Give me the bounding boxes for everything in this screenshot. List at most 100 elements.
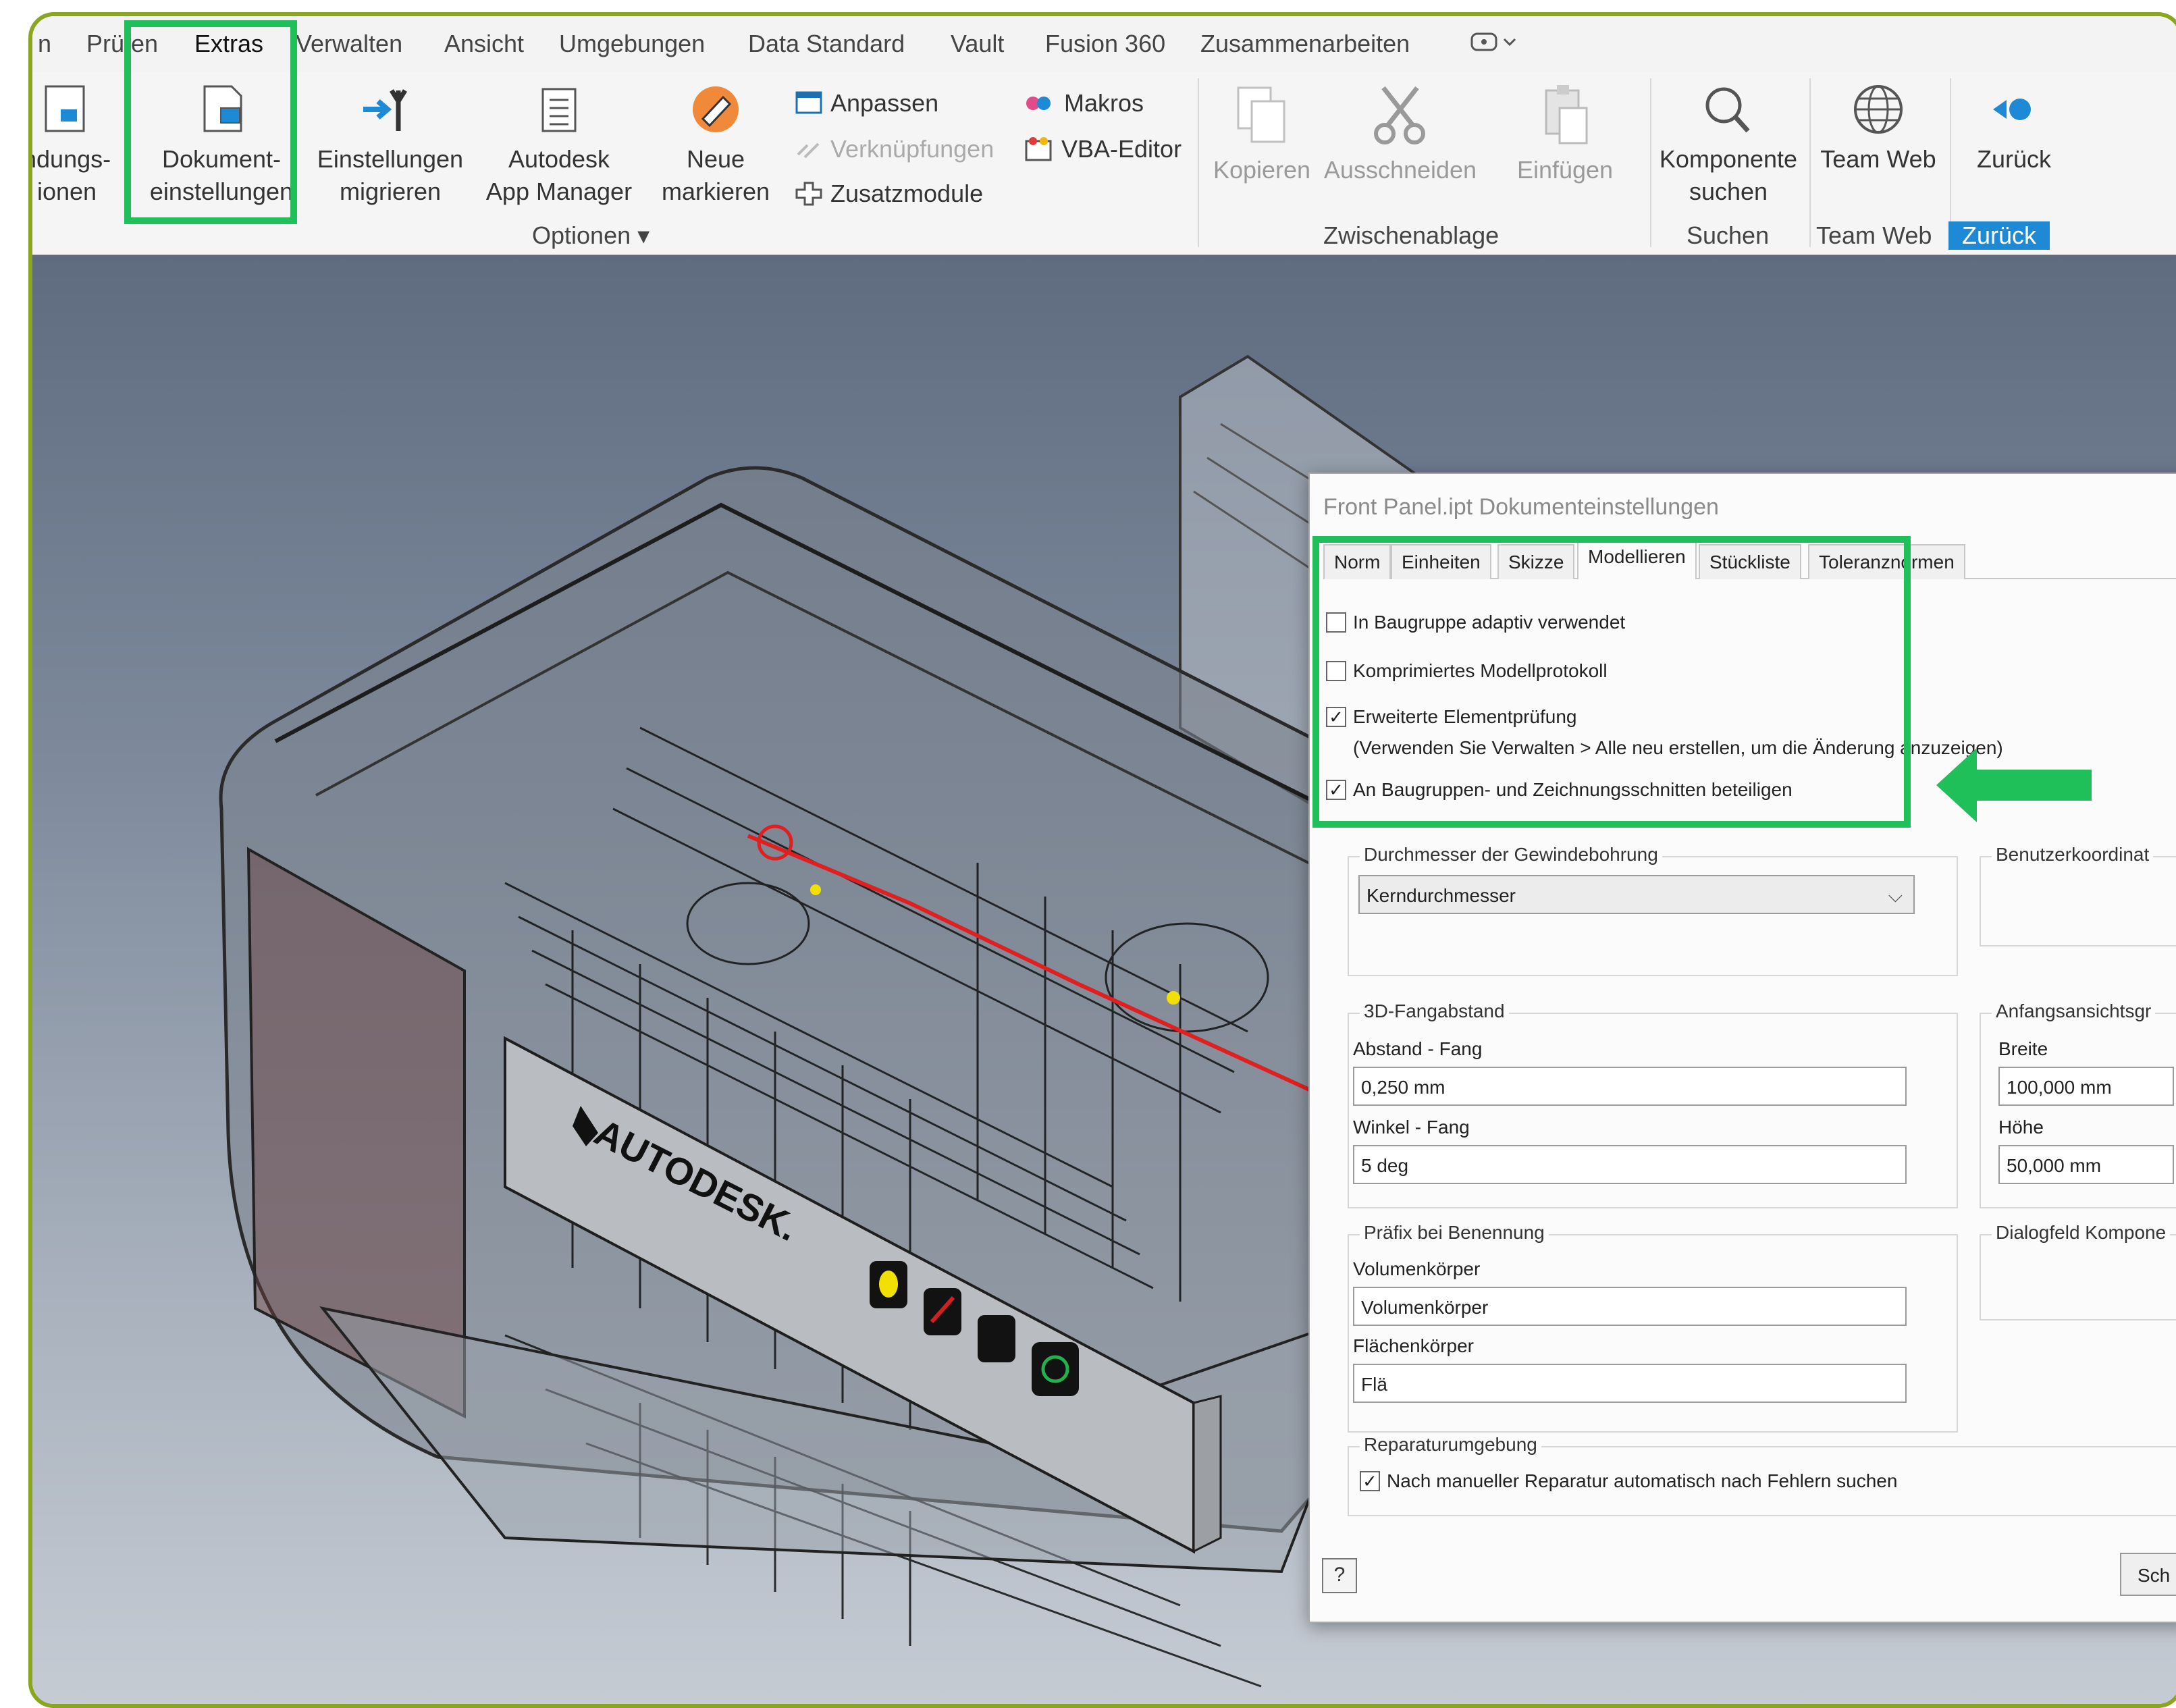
- hoehe-label: Höhe: [1998, 1117, 2044, 1138]
- scissors-icon: [1374, 86, 1425, 144]
- reparatur-legend: Reparaturumgebung: [1360, 1434, 1541, 1456]
- app-manager-label-2: App Manager: [485, 178, 633, 205]
- dialog-title: Front Panel.ipt Dokumenteinstellungen: [1323, 494, 1719, 520]
- anpassen-button[interactable]: Anpassen: [795, 89, 938, 117]
- dialog-tab-strip: Norm Einheiten Skizze Modellieren Stückl…: [1323, 539, 2176, 579]
- tab-ansicht[interactable]: Ansicht: [444, 30, 524, 58]
- flaechenkoerper-input[interactable]: Flä: [1353, 1364, 1907, 1403]
- team-web-label: Team Web: [1820, 145, 1936, 173]
- gewinde-group: Durchmesser der Gewindebohrung Kerndurch…: [1348, 844, 1958, 976]
- tab-vault[interactable]: Vault: [951, 30, 1004, 58]
- komponente-suchen-label-2: suchen: [1689, 178, 1768, 205]
- neue-markieren-button[interactable]: Neue markieren: [648, 82, 783, 208]
- gewinde-select-value: Kerndurchmesser: [1366, 885, 1516, 906]
- zurueck-button[interactable]: Zurück: [1957, 82, 2071, 176]
- checkmark-icon[interactable]: ✓: [1326, 707, 1346, 727]
- dokumenteinstellungen-button[interactable]: Dokument- einstellungen: [134, 82, 309, 208]
- checkbox-box[interactable]: [1326, 612, 1346, 633]
- checkbox-erweitert-label: Erweiterte Elementprüfung: [1353, 706, 1577, 727]
- document-settings-icon: [203, 85, 242, 132]
- team-web-button[interactable]: Team Web: [1812, 82, 1944, 176]
- einstellungen-migrieren-button[interactable]: Einstellungen migrieren: [309, 82, 471, 208]
- checkbox-reparatur[interactable]: ✓ Nach manueller Reparatur automatisch n…: [1360, 1470, 1897, 1492]
- group-label-suchen: Suchen: [1687, 221, 1770, 249]
- chevron-down-icon: ⌵: [1888, 885, 1903, 906]
- kopieren-button[interactable]: Kopieren: [1204, 82, 1319, 186]
- volumenkoerper-label: Volumenkörper: [1353, 1258, 1481, 1279]
- links-icon: [797, 142, 820, 159]
- benutzerkoordinaten-legend: Benutzerkoordinat: [1992, 844, 2154, 865]
- app-manager-label-1: Autodesk: [508, 145, 610, 173]
- gewinde-select[interactable]: Kerndurchmesser ⌵: [1358, 875, 1915, 914]
- dialog-tab-modellieren[interactable]: Modellieren: [1577, 539, 1697, 579]
- help-icon[interactable]: ?: [1322, 1558, 1357, 1593]
- tab-umgebungen[interactable]: Umgebungen: [559, 30, 705, 58]
- dialog-tab-stueckliste[interactable]: Stückliste: [1699, 544, 1801, 579]
- erweitert-hint: (Verwenden Sie Verwalten > Alle neu erst…: [1353, 737, 2003, 758]
- checkbox-baugruppen[interactable]: ✓ An Baugruppen- und Zeichnungsschnitten…: [1326, 779, 1793, 801]
- dialog-tab-einheiten[interactable]: Einheiten: [1391, 544, 1491, 579]
- einfuegen-label: Einfügen: [1516, 156, 1614, 184]
- globe-icon: [1854, 85, 1903, 134]
- search-icon: [1705, 87, 1750, 133]
- einfuegen-button[interactable]: Einfügen: [1504, 82, 1626, 186]
- volumenkoerper-input[interactable]: Volumenkörper: [1353, 1287, 1907, 1326]
- verknuepfungen-button[interactable]: Verknüpfungen: [795, 135, 994, 163]
- checkbox-adaptiv-label: In Baugruppe adaptiv verwendet: [1353, 612, 1626, 633]
- komponente-suchen-label-1: Komponente: [1659, 145, 1798, 173]
- checkbox-reparatur-label: Nach manueller Reparatur automatisch nac…: [1387, 1470, 1898, 1491]
- quick-access-dropdown-icon[interactable]: [1470, 30, 1518, 60]
- checkbox-komprimiert[interactable]: Komprimiertes Modellprotokoll: [1326, 660, 1608, 682]
- highlight-new-icon: [693, 86, 739, 132]
- vba-editor-button[interactable]: VBA-Editor: [1024, 135, 1182, 163]
- application-options-icon: [45, 85, 85, 132]
- dialog-tab-toleranznormen[interactable]: Toleranznormen: [1808, 544, 1965, 579]
- tab-zusammenarbeiten[interactable]: Zusammenarbeiten: [1200, 30, 1410, 58]
- ribbon-separator: [1809, 78, 1811, 247]
- tab-partial[interactable]: n: [38, 30, 51, 58]
- gewinde-legend: Durchmesser der Gewindebohrung: [1360, 844, 1662, 865]
- vba-editor-icon: [1025, 137, 1052, 161]
- zusatzmodule-label: Zusatzmodule: [830, 180, 984, 207]
- checkbox-box[interactable]: [1326, 661, 1346, 681]
- optionen-group-text: Optionen: [532, 221, 631, 249]
- checkbox-adaptiv[interactable]: In Baugruppe adaptiv verwendet: [1326, 612, 1625, 633]
- anwendungsoptionen-label-1: ndungs-: [28, 145, 111, 173]
- ausschneiden-button[interactable]: Ausschneiden: [1319, 82, 1481, 186]
- makros-button[interactable]: Makros: [1024, 89, 1144, 117]
- dialogfeld-group: Dialogfeld Kompone: [1980, 1222, 2176, 1320]
- tab-extras[interactable]: Extras: [194, 30, 263, 58]
- breite-label: Breite: [1998, 1038, 2048, 1059]
- einstellungen-migrieren-label-1: Einstellungen: [317, 145, 464, 173]
- group-label-optionen[interactable]: Optionen ▾: [532, 221, 649, 250]
- abstand-fang-input[interactable]: 0,250 mm: [1353, 1067, 1907, 1106]
- tab-pruefen[interactable]: Prüfen: [86, 30, 158, 58]
- document-settings-dialog: Front Panel.ipt Dokumenteinstellungen No…: [1308, 473, 2176, 1623]
- addins-icon: [795, 182, 822, 206]
- back-arrow-icon: [1993, 99, 2031, 120]
- app-manager-button[interactable]: Autodesk App Manager: [471, 82, 647, 208]
- copy-icon: [1237, 86, 1285, 143]
- praefix-legend: Präfix bei Benennung: [1360, 1222, 1549, 1244]
- breite-input[interactable]: 100,000 mm: [1998, 1067, 2174, 1106]
- customize-icon: [795, 91, 822, 114]
- tab-verwalten[interactable]: Verwalten: [296, 30, 402, 58]
- checkbox-baugruppen-label: An Baugruppen- und Zeichnungsschnitten b…: [1353, 779, 1793, 800]
- hoehe-input[interactable]: 50,000 mm: [1998, 1145, 2174, 1184]
- zusatzmodule-button[interactable]: Zusatzmodule: [795, 180, 983, 208]
- komponente-suchen-button[interactable]: Komponente suchen: [1651, 82, 1805, 208]
- tab-data-standard[interactable]: Data Standard: [748, 30, 905, 58]
- checkmark-icon[interactable]: ✓: [1326, 780, 1346, 800]
- close-button[interactable]: Sch: [2120, 1553, 2176, 1596]
- checkmark-icon[interactable]: ✓: [1360, 1471, 1380, 1491]
- tab-fusion-360[interactable]: Fusion 360: [1045, 30, 1165, 58]
- fang-legend: 3D-Fangabstand: [1360, 1000, 1509, 1022]
- anwendungsoptionen-button[interactable]: ndungs- ionen: [28, 82, 111, 208]
- neue-markieren-label-1: Neue: [686, 145, 745, 173]
- checkbox-erweitert[interactable]: ✓ Erweiterte Elementprüfung: [1326, 706, 1577, 728]
- dialog-tab-norm[interactable]: Norm: [1323, 544, 1391, 579]
- dialog-tab-skizze[interactable]: Skizze: [1497, 544, 1575, 579]
- winkel-fang-input[interactable]: 5 deg: [1353, 1145, 1907, 1184]
- vba-editor-label: VBA-Editor: [1061, 135, 1182, 163]
- ribbon-panel: ndungs- ionen Dokument- einstellungen Ei…: [32, 72, 2176, 255]
